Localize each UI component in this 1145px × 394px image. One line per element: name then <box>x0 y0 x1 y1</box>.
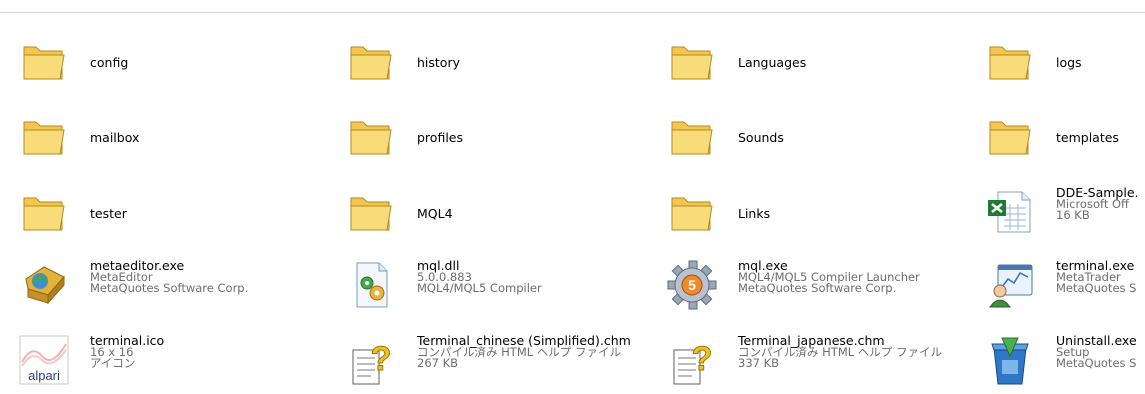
folder-icon <box>984 35 1036 87</box>
file-grid: config history Languages logs mailbox pr… <box>0 0 1145 388</box>
file-item-mql-dll[interactable]: mql.dll 5.0.0.883 MQL4/MQL5 Compiler <box>327 259 647 319</box>
item-company: MetaQuotes S <box>1056 281 1137 295</box>
folder-icon <box>666 110 718 162</box>
folder-item-links[interactable]: Links <box>648 186 968 246</box>
gear-icon: 5 <box>666 259 718 311</box>
help-file-icon: ? <box>345 334 397 386</box>
folder-item-languages[interactable]: Languages <box>648 35 968 95</box>
excel-file-icon <box>984 186 1036 238</box>
folder-icon <box>666 35 718 87</box>
file-item-uninstall-exe[interactable]: Uninstall.exe Setup MetaQuotes S <box>966 334 1145 394</box>
item-company: MetaQuotes Software Corp. <box>738 281 897 295</box>
folder-item-history[interactable]: history <box>327 35 647 95</box>
item-company: MetaQuotes Software Corp. <box>90 281 249 295</box>
item-type: アイコン <box>90 356 136 370</box>
file-item-metaeditor[interactable]: metaeditor.exe MetaEditor MetaQuotes Sof… <box>0 259 320 319</box>
item-name: mailbox <box>90 130 140 145</box>
folder-icon <box>345 35 397 87</box>
item-name: templates <box>1056 130 1119 145</box>
item-name: Sounds <box>738 130 784 145</box>
folder-item-tester[interactable]: tester <box>0 186 320 246</box>
item-name: history <box>417 55 460 70</box>
item-description: MQL4/MQL5 Compiler <box>417 281 542 295</box>
folder-icon <box>18 186 70 238</box>
folder-item-logs[interactable]: logs <box>966 35 1145 95</box>
folder-item-mailbox[interactable]: mailbox <box>0 110 320 170</box>
file-item-mql-exe[interactable]: 5 mql.exe MQL4/MQL5 Compiler Launcher Me… <box>648 259 968 319</box>
item-name: config <box>90 55 129 70</box>
dll-file-icon <box>345 259 397 311</box>
folder-icon <box>18 35 70 87</box>
folder-icon <box>18 110 70 162</box>
folder-item-mql4[interactable]: MQL4 <box>327 186 647 246</box>
folder-item-config[interactable]: config <box>0 35 320 95</box>
item-name: MQL4 <box>417 206 453 221</box>
file-item-terminal-japanese-chm[interactable]: ? Terminal_japanese.chm コンパイル済み HTML ヘルプ… <box>648 334 968 394</box>
help-file-icon: ? <box>666 334 718 386</box>
item-name: profiles <box>417 130 463 145</box>
folder-item-sounds[interactable]: Sounds <box>648 110 968 170</box>
alpari-ico-icon: alpari <box>18 334 70 386</box>
item-size: 337 KB <box>738 356 780 370</box>
item-size: 267 KB <box>417 356 459 370</box>
svg-text:?: ? <box>371 340 392 378</box>
item-size: 16 KB <box>1056 208 1090 222</box>
uninstall-icon <box>984 334 1036 386</box>
metaeditor-icon <box>18 259 70 311</box>
folder-icon <box>345 110 397 162</box>
file-item-terminal-ico[interactable]: alpari terminal.ico 16 x 16 アイコン <box>0 334 320 394</box>
folder-item-templates[interactable]: templates <box>966 110 1145 170</box>
svg-text:?: ? <box>692 340 713 378</box>
file-item-dde-sample[interactable]: DDE-Sample. Microsoft Off 16 KB <box>966 186 1145 246</box>
item-company: MetaQuotes S <box>1056 356 1137 370</box>
file-item-terminal-chinese-chm[interactable]: ? Terminal_chinese (Simplified).chm コンパイ… <box>327 334 647 394</box>
alpari-logo-text: alpari <box>28 368 60 383</box>
item-name: Languages <box>738 55 807 70</box>
item-name: logs <box>1056 55 1082 70</box>
folder-icon <box>984 110 1036 162</box>
item-name: Links <box>738 206 771 221</box>
folder-icon <box>345 186 397 238</box>
svg-text:5: 5 <box>688 277 696 293</box>
folder-item-profiles[interactable]: profiles <box>327 110 647 170</box>
item-name: tester <box>90 206 127 221</box>
folder-icon <box>666 186 718 238</box>
terminal-exe-icon <box>984 259 1036 311</box>
file-item-terminal-exe[interactable]: terminal.exe MetaTrader MetaQuotes S <box>966 259 1145 319</box>
